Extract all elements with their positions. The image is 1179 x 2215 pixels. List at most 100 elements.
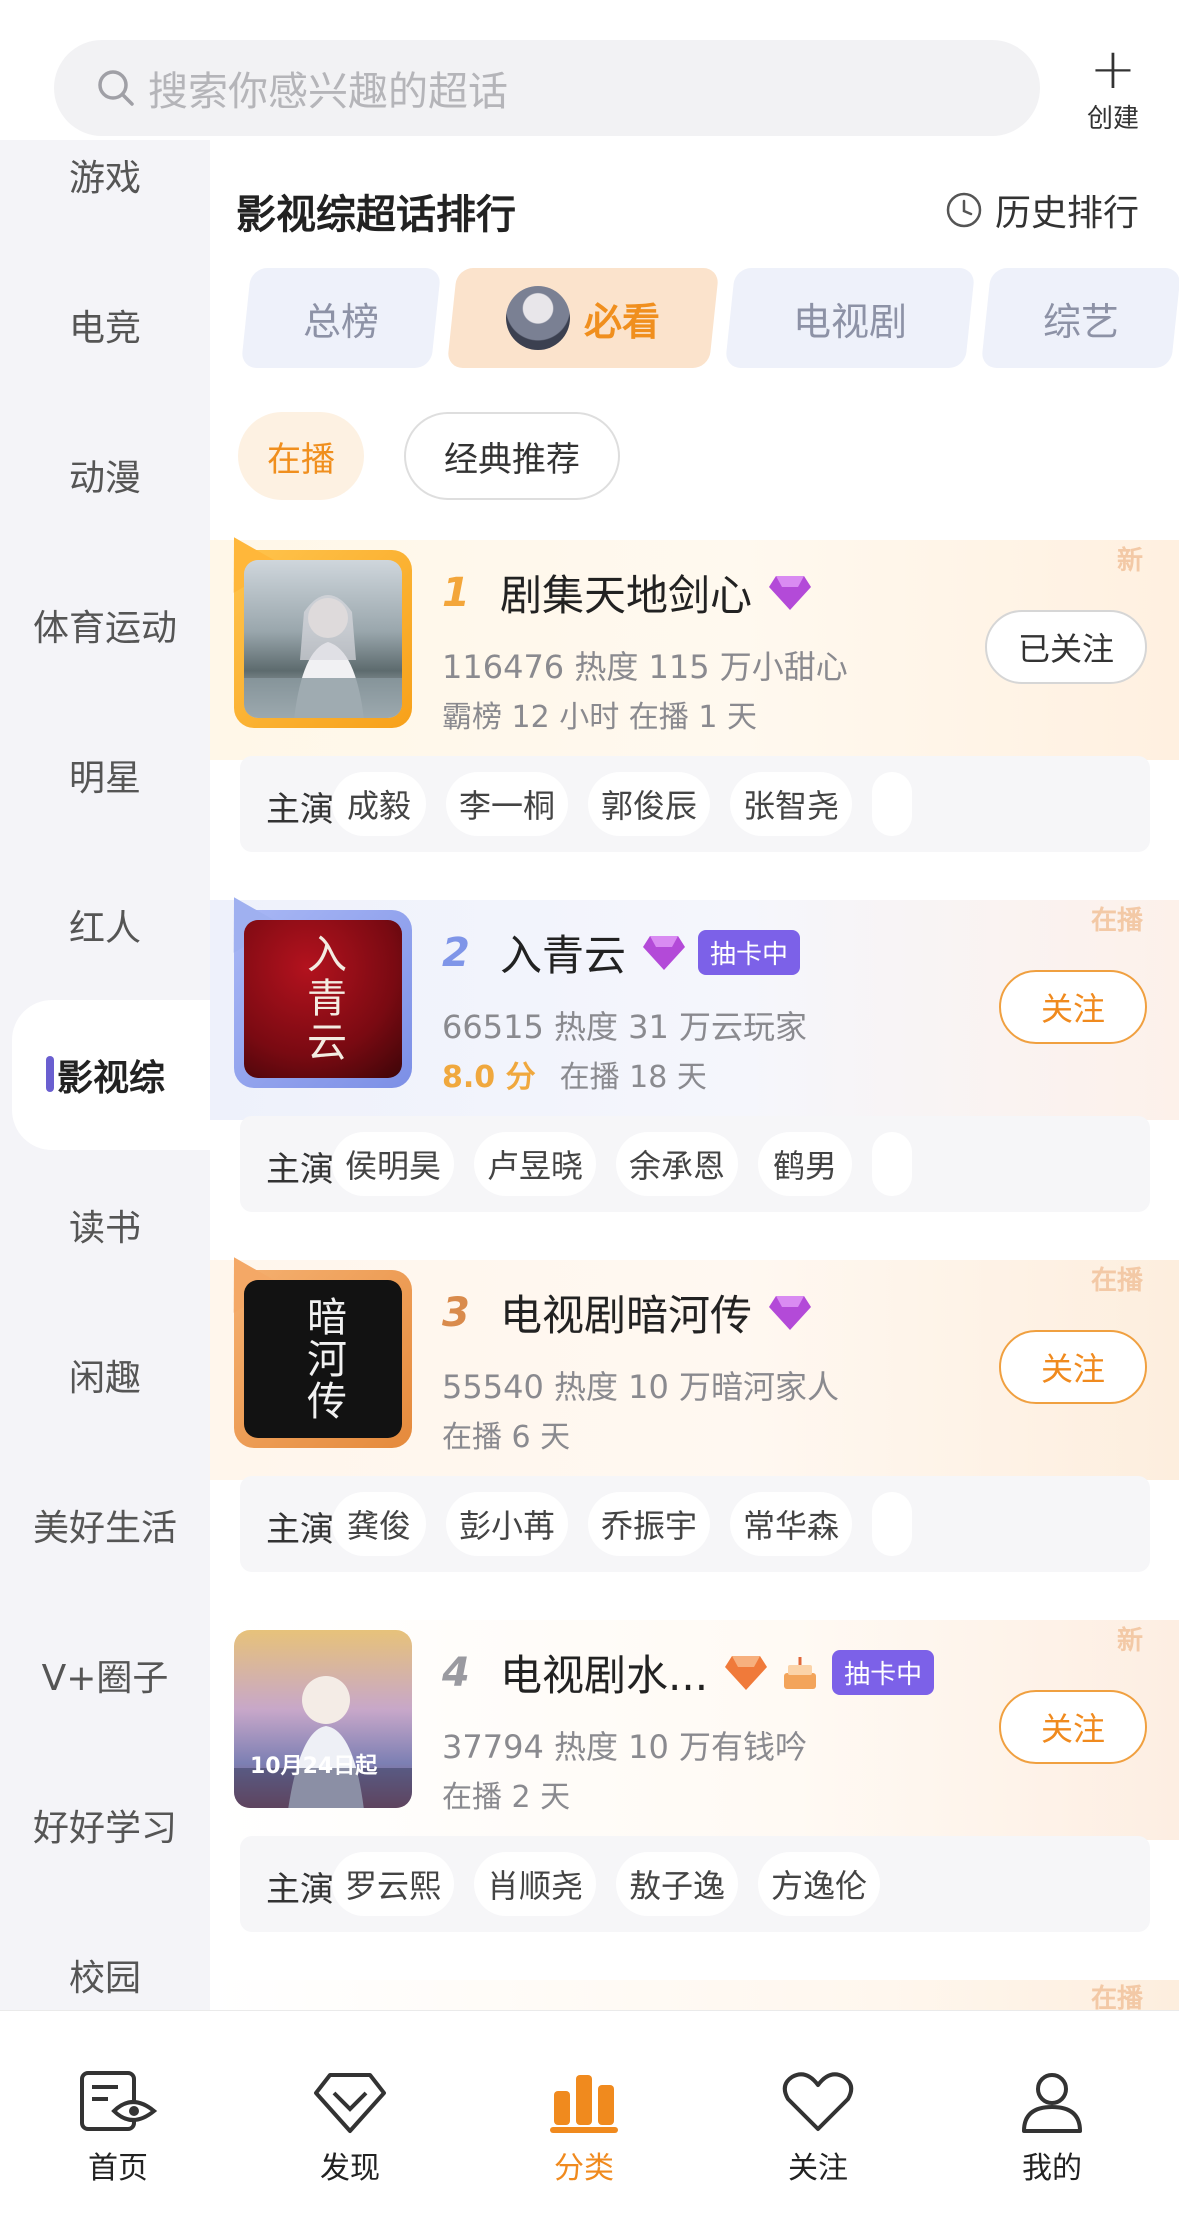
sidebar-item-label: 电竞: [68, 308, 141, 349]
poster: 暗河传: [210, 1243, 412, 1448]
rank-number: 2: [442, 930, 470, 976]
sidebar-item-v-plus-circle[interactable]: V+圈子: [0, 1600, 210, 1750]
sidebar-item-label: 闲趣: [68, 1358, 141, 1399]
nav-label: 首页: [88, 2151, 148, 2186]
filter-label: 在播: [267, 439, 335, 480]
sidebar-item-games[interactable]: 游戏: [0, 100, 210, 250]
heat-stats: 37794 热度 10 万有钱吟: [442, 1728, 808, 1766]
cast-member[interactable]: 敖子逸: [616, 1852, 738, 1916]
airing-tag: 在播: [1090, 1266, 1143, 1296]
cast-row: 主演 龚俊 彭小苒 乔振宇 常华森: [240, 1476, 1150, 1572]
sidebar-item-anime[interactable]: 动漫: [0, 400, 210, 550]
follow-button[interactable]: 关注: [999, 1330, 1147, 1404]
sidebar-item-stars[interactable]: 明星: [0, 700, 210, 850]
rank-number: 4: [442, 1650, 470, 1696]
cast-member[interactable]: 郭俊辰: [588, 772, 710, 836]
plus-icon: +: [1089, 37, 1137, 102]
card-background: [210, 1980, 1179, 2010]
sidebar-item-label: 美好生活: [32, 1508, 177, 1549]
cast-member[interactable]: 鹤男: [758, 1132, 852, 1196]
poster: [210, 523, 412, 728]
filter-label: 经典推荐: [444, 439, 580, 480]
tab-overall[interactable]: 总榜: [240, 268, 442, 368]
follow-button[interactable]: 关注: [999, 970, 1147, 1044]
show-title: 电视剧暗河传: [500, 1291, 753, 1340]
ranking-card[interactable]: 在播 入青云 2 入青云 抽卡中 66515 热度 31 万云玩家 8.0 分在…: [210, 883, 1179, 1260]
new-tag: 新: [1116, 1626, 1143, 1656]
diamond-outline-icon: [314, 2073, 386, 2133]
sidebar-item-label: 红人: [68, 908, 141, 949]
cast-member-more[interactable]: [872, 1132, 912, 1196]
nav-home[interactable]: 首页: [48, 2069, 188, 2187]
tab-variety[interactable]: 综艺: [980, 268, 1179, 368]
follow-button[interactable]: 关注: [999, 1690, 1147, 1764]
card-draw-badge: 抽卡中: [698, 930, 801, 975]
poster-text: 暗河传: [300, 1296, 346, 1422]
rating-score: 8.0 分: [442, 1060, 536, 1095]
cast-member[interactable]: 侯明昊: [332, 1132, 454, 1196]
cast-member[interactable]: 张智尧: [730, 772, 852, 836]
create-button[interactable]: + 创建: [1078, 37, 1148, 135]
cast-member[interactable]: 卢昱晓: [474, 1132, 596, 1196]
ranking-card-partial[interactable]: 在播: [210, 1980, 1179, 2010]
sidebar-item-influencers[interactable]: 红人: [0, 850, 210, 1000]
cast-member[interactable]: 彭小苒: [446, 1492, 568, 1556]
cast-member[interactable]: 常华森: [730, 1492, 852, 1556]
card-draw-badge: 抽卡中: [832, 1650, 935, 1695]
filter-classic[interactable]: 经典推荐: [404, 412, 620, 500]
history-ranking-button[interactable]: 历史排行: [945, 184, 1139, 236]
new-tag: 新: [1116, 546, 1143, 576]
tab-label: 总榜: [302, 299, 379, 344]
airing-days: 在播 2 天: [442, 1780, 571, 1815]
sidebar-item-reading[interactable]: 读书: [0, 1150, 210, 1300]
sidebar-item-label: 校园: [68, 1958, 141, 1999]
cast-member[interactable]: 成毅: [332, 772, 426, 836]
tab-label: 必看: [583, 299, 660, 344]
cast-member[interactable]: 李一桐: [446, 772, 568, 836]
sidebar-item-sports[interactable]: 体育运动: [0, 550, 210, 700]
cast-row: 主演 成毅 李一桐 郭俊辰 张智尧: [240, 756, 1150, 852]
poster-text: 10月24日起: [250, 1754, 378, 1779]
cast-member-more[interactable]: [872, 1492, 912, 1556]
cast-row: 主演 侯明昊 卢昱晓 余承恩 鹤男: [240, 1116, 1150, 1212]
tab-must-watch[interactable]: 必看: [446, 268, 720, 368]
filter-airing[interactable]: 在播: [238, 412, 364, 500]
poster-image: [244, 560, 402, 718]
sidebar-item-leisure[interactable]: 闲趣: [0, 1300, 210, 1450]
tab-tv-series[interactable]: 电视剧: [724, 268, 976, 368]
poster-image: 暗河传: [244, 1280, 402, 1438]
ranking-tabs: 总榜 必看 电视剧 综艺: [240, 268, 1179, 368]
nav-discover[interactable]: 发现: [280, 2069, 420, 2187]
rank-duration: 8.0 分在播 18 天: [442, 1052, 707, 1096]
followed-button[interactable]: 已关注: [985, 610, 1147, 684]
airing-days: 在播 6 天: [442, 1420, 571, 1455]
nav-follow[interactable]: 关注: [748, 2069, 888, 2187]
cast-member[interactable]: 余承恩: [616, 1132, 738, 1196]
ranking-card[interactable]: 新 1 剧集天地剑心 116476 热度 115 万小甜心 霸榜 12 小时 在…: [210, 523, 1179, 900]
cast-member[interactable]: 龚俊: [332, 1492, 426, 1556]
rank-number: 3: [442, 1290, 470, 1336]
sidebar-item-study[interactable]: 好好学习: [0, 1750, 210, 1900]
cast-member[interactable]: 肖顺尧: [474, 1852, 596, 1916]
show-title: 入青云: [500, 931, 627, 980]
sidebar-item-film-tv[interactable]: 影视综: [12, 1000, 210, 1150]
show-title: 剧集天地剑心: [500, 571, 753, 620]
person-icon: [1022, 2073, 1082, 2133]
heat-stats: 66515 热度 31 万云玩家: [442, 1008, 808, 1046]
cast-label: 主演: [266, 1150, 334, 1190]
nav-category[interactable]: 分类: [514, 2069, 654, 2187]
nav-profile[interactable]: 我的: [982, 2069, 1122, 2187]
poster: 入青云: [210, 883, 412, 1088]
sidebar-item-lifestyle[interactable]: 美好生活: [0, 1450, 210, 1600]
ranking-card[interactable]: 新 10月24日起 4 电视剧水... 抽卡中 37794 热度 10 万有钱吟…: [210, 1620, 1179, 1980]
cast-member[interactable]: 方逸伦: [758, 1852, 880, 1916]
tab-label: 电视剧: [792, 299, 907, 344]
cast-member-more[interactable]: [872, 772, 912, 836]
section-title: 影视综超话排行: [236, 192, 516, 238]
sidebar-item-label: 动漫: [68, 458, 141, 499]
ranking-card[interactable]: 在播 暗河传 3 电视剧暗河传 55540 热度 10 万暗河家人 在播 6 天…: [210, 1243, 1179, 1620]
cast-member[interactable]: 乔振宇: [588, 1492, 710, 1556]
airing-days: 在播 18 天: [559, 1060, 707, 1095]
sidebar-item-esports[interactable]: 电竞: [0, 250, 210, 400]
cast-member[interactable]: 罗云熙: [332, 1852, 454, 1916]
